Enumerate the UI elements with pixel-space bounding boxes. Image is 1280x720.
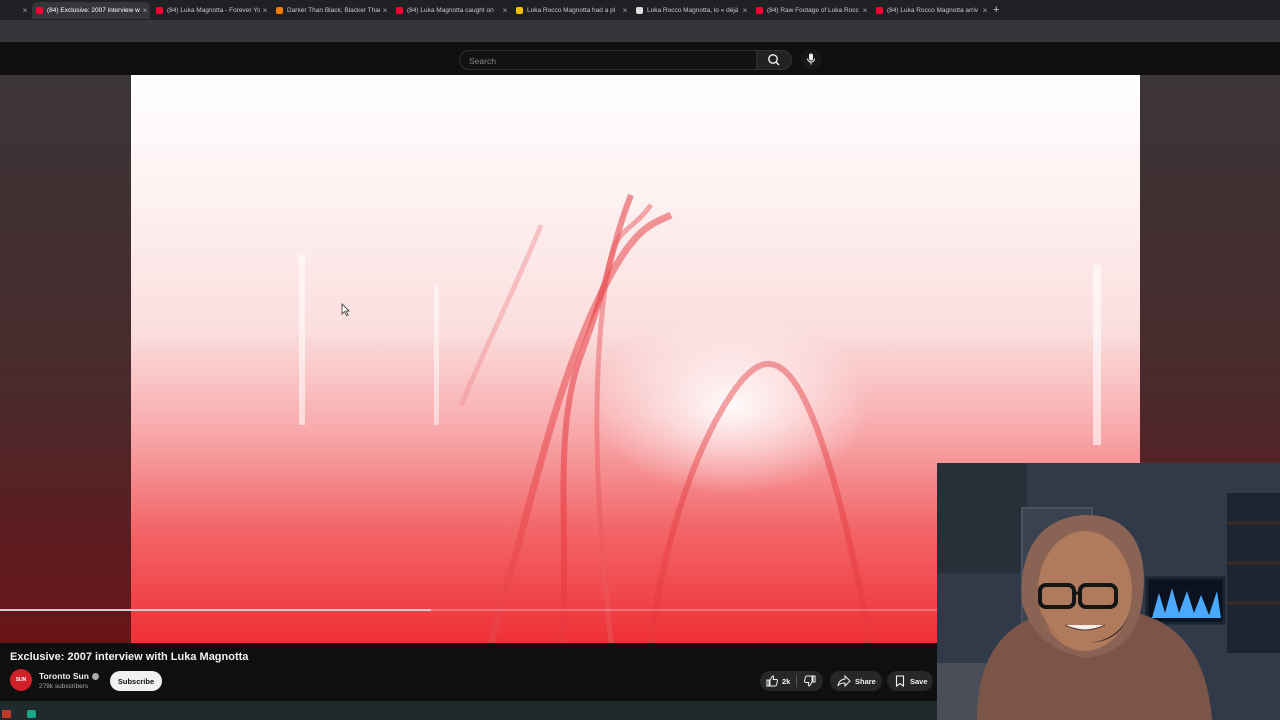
search-button[interactable]: [756, 50, 792, 70]
thumbs-up-icon: [766, 675, 779, 687]
channel-name[interactable]: Toronto Sun: [39, 671, 89, 681]
verified-icon: [91, 673, 99, 681]
tab-title: Darker Than Black, Blacker Than: [287, 7, 380, 14]
browser-tab[interactable]: ×: [0, 2, 30, 19]
close-icon[interactable]: ×: [20, 6, 30, 15]
share-button[interactable]: Share: [830, 671, 882, 691]
close-icon[interactable]: ×: [500, 6, 510, 15]
browser-tab[interactable]: Darker Than Black, Blacker Than ×: [272, 2, 390, 19]
taskbar-strip: [0, 701, 937, 720]
close-icon[interactable]: ×: [260, 6, 270, 15]
youtube-icon: [756, 7, 763, 14]
browser-tab[interactable]: Luka Rocco Magnotta had a pl ×: [512, 2, 630, 19]
video-title: Exclusive: 2007 interview with Luka Magn…: [10, 651, 249, 663]
close-icon[interactable]: ×: [860, 6, 870, 15]
tab-title: Luka Rocco Magnotta, lo « déjà: [647, 7, 739, 14]
close-icon[interactable]: ×: [620, 6, 630, 15]
new-tab-button[interactable]: +: [993, 4, 999, 16]
save-label: Save: [910, 676, 928, 686]
close-icon[interactable]: ×: [380, 6, 390, 15]
medium-icon: [636, 7, 643, 14]
subscribe-button[interactable]: Subscribe: [110, 671, 162, 691]
youtube-icon: [396, 7, 403, 14]
bookmark-icon: [895, 675, 905, 688]
app-icon[interactable]: [2, 710, 11, 718]
channel-name-row[interactable]: Toronto Sun: [39, 671, 99, 681]
tab-title: (84) Luka Rocco Magnotta arriv: [887, 7, 979, 14]
subscriber-count: 278k subscribers: [39, 683, 89, 690]
blogger-icon: [276, 7, 283, 14]
like-button[interactable]: 2k: [760, 674, 790, 688]
dislike-button[interactable]: [803, 674, 817, 688]
like-dislike-group: 2k: [760, 671, 823, 691]
search-input[interactable]: [460, 52, 751, 70]
browser-tab[interactable]: (84) Raw Footage of Luka Rocc ×: [752, 2, 870, 19]
youtube-icon: [156, 7, 163, 14]
voice-search-button[interactable]: [801, 49, 821, 69]
close-icon[interactable]: ×: [980, 6, 990, 15]
youtube-icon: [36, 7, 43, 14]
browser-tab[interactable]: Luka Rocco Magnotta, lo « déjà ×: [632, 2, 750, 19]
browser-tab-strip: × (84) Exclusive: 2007 interview w × (84…: [0, 0, 1280, 20]
app-icon[interactable]: [27, 710, 36, 718]
tab-title: (84) Luka Magnotta caught on: [407, 7, 494, 14]
mouse-cursor-icon: [341, 303, 350, 316]
save-button[interactable]: Save: [887, 671, 933, 691]
thumbs-down-icon: [804, 675, 816, 687]
browser-tab[interactable]: (84) Luka Magnotta - Forever Yo ×: [152, 2, 270, 19]
youtube-icon: [876, 7, 883, 14]
browser-tab[interactable]: (84) Luka Magnotta caught on ×: [392, 2, 510, 19]
search-icon: [768, 54, 780, 66]
tab-title: Luka Rocco Magnotta had a pl: [527, 7, 616, 14]
search-box[interactable]: [459, 50, 758, 70]
news-icon: [516, 7, 523, 14]
tab-title: (84) Luka Magnotta - Forever Yo: [167, 7, 260, 14]
browser-toolbar: [0, 20, 1280, 43]
microphone-icon: [807, 53, 815, 65]
like-count: 2k: [782, 676, 791, 686]
share-label: Share: [855, 676, 876, 686]
browser-tab-active[interactable]: (84) Exclusive: 2007 interview w ×: [32, 2, 150, 19]
video-progress-bar[interactable]: [0, 609, 937, 611]
close-icon[interactable]: ×: [140, 6, 150, 15]
share-icon: [837, 674, 851, 688]
streamer-webcam-image: [937, 463, 1280, 720]
browser-tab[interactable]: (84) Luka Rocco Magnotta arriv ×: [872, 2, 990, 19]
close-icon[interactable]: ×: [740, 6, 750, 15]
channel-avatar[interactable]: SUN: [10, 669, 32, 691]
webcam-overlay: [937, 463, 1280, 720]
divider: [796, 675, 798, 687]
tab-title: (84) Raw Footage of Luka Rocc: [767, 7, 859, 14]
tab-title: (84) Exclusive: 2007 interview w: [47, 7, 140, 14]
progress-played: [0, 609, 432, 611]
